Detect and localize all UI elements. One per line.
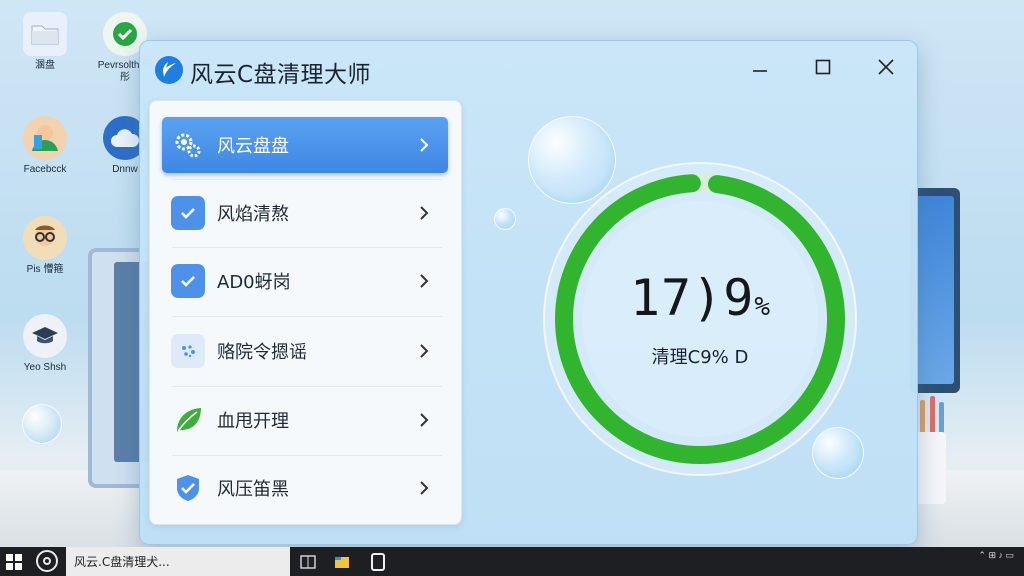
menu-divider [172,316,442,317]
menu-item-startup[interactable]: 血甩开理 [162,392,448,448]
check-shield-icon [171,196,205,230]
check-shield-icon [171,264,205,298]
menu-item-label: 风云盘盘 [217,136,289,157]
taskbar-pinned-app[interactable] [366,550,390,574]
app-title: 风云C盘清理大师 [190,62,372,88]
taskbar: 风云.C盘清理犬... ⌃ ⊞ ♪ ▭ [0,547,1024,576]
gauge-unit: % [754,292,771,322]
feature-menu: 风云盘盘 风焰清熬 AD0蚜岗 赂院令摁谣 血甩开理 风压笛黑 [149,100,462,525]
glasses-avatar-icon [23,216,67,260]
close-icon [878,59,894,75]
app-window: 风云C盘清理大师 风云盘盘 风焰清熬 AD0蚜岗 赂院令摁谣 血甩开理 风压笛黑… [139,40,918,545]
chevron-right-icon [414,481,434,495]
maximize-icon [815,59,831,75]
menu-item-ad[interactable]: AD0蚜岗 [162,253,448,309]
taskbar-pinned-app[interactable] [330,550,354,574]
task-view-button[interactable] [296,550,320,574]
document-icon [371,553,385,571]
folder-icon [23,12,67,56]
pencil-cup [916,432,946,504]
chevron-right-icon [414,413,434,427]
desktop-icon-label: 溷盘 [35,60,55,71]
minimize-button[interactable] [744,53,776,81]
menu-item-label: 风压笛黑 [217,479,289,500]
gauge-subtitle: 清理C9% D [651,347,749,368]
desktop-icon-folder[interactable]: 溷盘 [14,12,76,72]
title-bar[interactable]: 风云C盘清理大师 [140,41,917,97]
menu-item-label: AD0蚜岗 [217,272,291,293]
taskbar-app-task[interactable]: 风云.C盘清理犬... [66,547,290,576]
menu-item-clean[interactable]: 风焰清熬 [162,185,448,241]
taskbar-task-label: 风云.C盘清理犬... [74,555,170,569]
chevron-right-icon [414,274,434,288]
desktop-icon-profile[interactable]: Pis 懵箍 [14,216,76,276]
folder-icon [335,557,349,568]
menu-item-protect[interactable]: 风压笛黑 [162,460,448,516]
gauge-value: 17)9% [540,269,860,327]
menu-item-disk[interactable]: 风云盘盘 [162,117,448,173]
gear-cluster-icon [171,128,205,162]
desktop-icon-label: Facebcck [23,164,67,175]
leaf-icon [171,403,205,437]
search-icon [43,557,51,565]
menu-item-label: 赂院令摁谣 [217,342,307,363]
gauge-number: 17)9 [629,269,755,327]
task-view-icon [300,555,316,569]
chevron-right-icon [414,138,434,152]
menu-item-label: 风焰清熬 [217,204,289,225]
minimize-icon [753,70,767,72]
maximize-button[interactable] [807,53,839,81]
windows-logo-icon [6,553,22,570]
check-shield-icon [171,471,205,505]
bubble [22,404,62,444]
desktop-icon-label: Pis 懵箍 [26,264,64,275]
start-button[interactable] [0,547,28,576]
graduation-cap-icon [23,314,67,358]
menu-divider [172,455,442,456]
chevron-right-icon [414,206,434,220]
menu-divider [172,247,442,248]
search-button[interactable] [36,550,58,572]
menu-divider [172,179,442,180]
desktop-icon-grad[interactable]: Yeo Shsh [14,314,76,374]
desktop-icon-label: Yeo Shsh [23,362,67,373]
menu-item-optimize[interactable]: 赂院令摁谣 [162,323,448,379]
desktop-icon-facebook[interactable]: Facebcck [14,116,76,176]
bubble [494,208,516,230]
dots-cluster-icon [171,334,205,368]
chevron-right-icon [414,344,434,358]
close-button[interactable] [870,53,902,81]
menu-item-label: 血甩开理 [217,411,289,432]
menu-divider [172,386,442,387]
system-tray[interactable]: ⌃ ⊞ ♪ ▭ [978,549,1014,561]
app-logo-icon [154,55,184,85]
avatar-icon [23,116,67,160]
